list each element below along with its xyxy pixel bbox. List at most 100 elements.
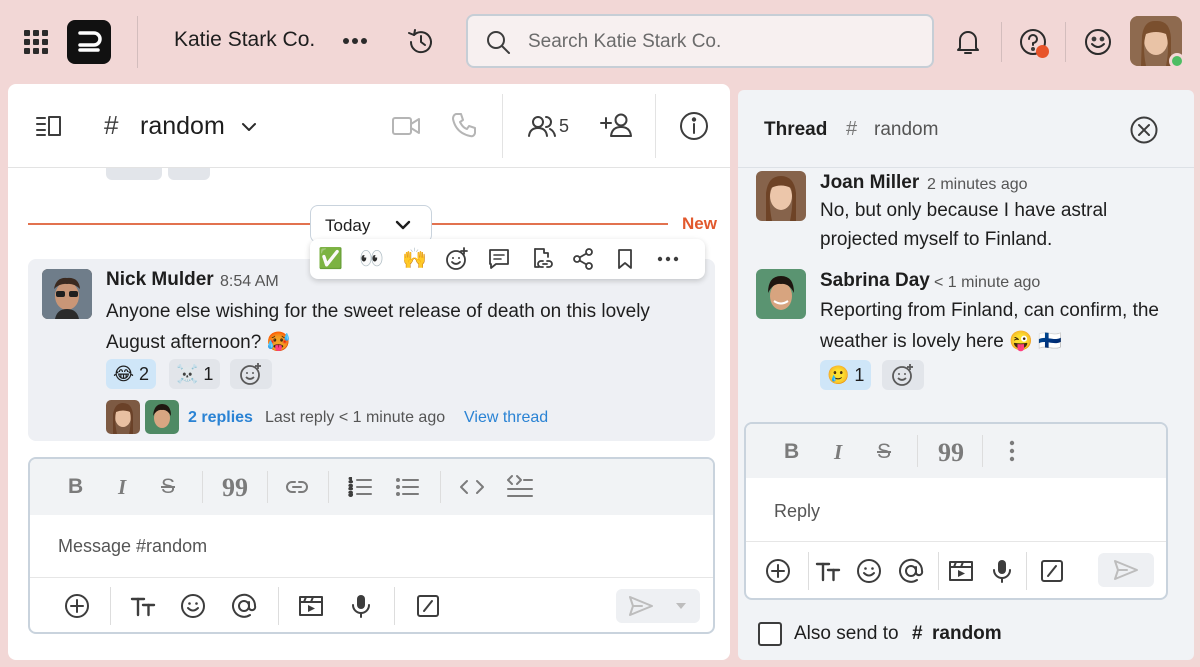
date-label: Today <box>325 216 371 235</box>
add-attachment-icon[interactable] <box>764 557 792 585</box>
channel-panel: # random 5 New Nick Mulder 8:54 AM Anyon… <box>8 84 730 660</box>
message-text: Reporting from Finland, can confirm, the… <box>820 300 1159 352</box>
emoji-icon[interactable] <box>179 592 207 620</box>
reply-in-thread-icon[interactable] <box>486 246 512 272</box>
bookmark-icon[interactable] <box>612 246 638 272</box>
reaction-chip[interactable]: 😂 2 <box>106 359 157 389</box>
message-author[interactable]: Nick Mulder <box>106 269 214 291</box>
strikethrough-icon[interactable]: S <box>161 475 175 499</box>
mention-icon[interactable] <box>230 592 258 620</box>
add-reaction-icon <box>240 363 261 385</box>
close-icon[interactable] <box>1128 114 1160 146</box>
add-reaction-button[interactable] <box>882 360 924 390</box>
message-item[interactable]: Nick Mulder 8:54 AM Anyone else wishing … <box>28 259 715 441</box>
numbered-list-icon[interactable]: 123 <box>347 475 373 499</box>
message-time[interactable]: 2 minutes ago <box>927 176 1028 194</box>
channel-name[interactable]: random <box>140 112 225 141</box>
author-avatar[interactable] <box>756 269 806 319</box>
reply-avatar <box>145 400 179 434</box>
add-attachment-icon[interactable] <box>63 592 91 620</box>
thread-panel: Thread # random Joan Miller 2 minutes ag… <box>738 90 1194 660</box>
member-count[interactable]: 5 <box>559 116 569 137</box>
more-formatting-icon[interactable] <box>1004 438 1020 464</box>
quick-reaction-button[interactable]: 🙌 <box>402 246 427 270</box>
members-icon[interactable] <box>526 112 558 140</box>
add-reaction-icon[interactable] <box>444 246 470 272</box>
mention-icon[interactable] <box>897 557 925 585</box>
add-reaction-button[interactable] <box>230 359 272 389</box>
strikethrough-icon[interactable]: S <box>877 440 891 464</box>
message-author[interactable]: Joan Miller <box>820 172 919 194</box>
text-format-icon[interactable] <box>129 592 157 620</box>
chevron-down-icon[interactable] <box>238 118 260 136</box>
microphone-icon[interactable] <box>348 592 374 620</box>
gif-video-icon[interactable] <box>947 557 975 585</box>
user-avatar[interactable] <box>1130 16 1185 69</box>
emoji-icon[interactable] <box>855 557 883 585</box>
italic-icon[interactable]: I <box>834 440 842 465</box>
history-icon[interactable] <box>405 26 437 58</box>
author-avatar[interactable] <box>42 269 92 319</box>
bold-icon[interactable]: B <box>784 440 799 464</box>
svg-text:2: 2 <box>349 485 353 491</box>
app-logo-icon[interactable] <box>67 20 111 64</box>
also-send-hash: # <box>912 623 923 644</box>
more-actions-icon[interactable] <box>655 246 681 272</box>
more-icon[interactable] <box>341 30 369 52</box>
reaction-chip[interactable]: 🥲 1 <box>820 360 872 390</box>
emoji-status-icon[interactable] <box>1082 26 1114 58</box>
bullet-list-icon[interactable] <box>394 475 420 499</box>
replies-link[interactable]: 2 replies <box>188 409 253 427</box>
bell-icon[interactable] <box>954 27 982 57</box>
add-member-icon[interactable] <box>598 110 634 140</box>
copy-link-icon[interactable] <box>528 246 554 272</box>
reaction-count: 1 <box>203 363 214 384</box>
italic-icon[interactable]: I <box>118 475 126 500</box>
text-format-icon[interactable] <box>814 557 842 585</box>
divider <box>655 94 656 158</box>
code-icon[interactable] <box>458 475 486 499</box>
view-thread-link[interactable]: View thread <box>464 409 548 427</box>
send-button[interactable] <box>1098 553 1154 587</box>
also-send-checkbox[interactable] <box>758 622 782 646</box>
phone-call-icon[interactable] <box>449 110 479 140</box>
author-avatar[interactable] <box>756 171 806 221</box>
team-name[interactable]: Katie Stark Co. <box>174 28 315 52</box>
add-reaction-button[interactable] <box>168 168 210 180</box>
video-call-icon[interactable] <box>390 112 422 140</box>
message-actions-toolbar: ✅ 👀 🙌 <box>310 239 705 279</box>
divider <box>982 435 983 467</box>
code-block-icon[interactable] <box>506 473 534 501</box>
date-jump-pill[interactable]: Today <box>310 205 432 243</box>
message-author[interactable]: Sabrina Day <box>820 270 930 292</box>
thread-channel-hash: # <box>846 118 858 140</box>
channel-hash: # <box>104 110 119 140</box>
channel-info-icon[interactable] <box>678 110 710 142</box>
quick-reaction-button[interactable]: ✅ <box>318 246 343 270</box>
gif-video-icon[interactable] <box>297 592 325 620</box>
toggle-sidebar-icon[interactable] <box>34 112 64 140</box>
reaction-chip[interactable]: ☠️ 1 <box>169 359 221 389</box>
message-time[interactable]: 8:54 AM <box>220 273 279 291</box>
quick-reaction-button[interactable]: 👀 <box>359 246 384 270</box>
divider <box>394 587 395 625</box>
link-icon[interactable] <box>284 475 310 499</box>
slash-command-icon[interactable] <box>1038 557 1066 585</box>
bold-icon[interactable]: B <box>68 475 83 499</box>
slash-command-icon[interactable] <box>414 592 442 620</box>
thread-channel-name[interactable]: random <box>874 119 938 141</box>
quote-icon[interactable]: 99 <box>938 438 964 468</box>
send-icon[interactable] <box>626 593 656 619</box>
reply-input[interactable]: Reply <box>774 501 820 522</box>
quote-icon[interactable]: 99 <box>222 473 248 503</box>
send-options-icon[interactable] <box>672 599 690 613</box>
also-send-option[interactable]: Also send to # random <box>758 620 1058 648</box>
share-icon[interactable] <box>570 246 596 272</box>
reaction-count: 1 <box>854 364 865 385</box>
app-grid-icon[interactable] <box>22 28 50 56</box>
reaction-chip[interactable] <box>106 168 162 180</box>
message-input[interactable]: Message #random <box>58 536 207 557</box>
message-time[interactable]: < 1 minute ago <box>934 274 1040 292</box>
microphone-icon[interactable] <box>989 557 1015 585</box>
search-bar[interactable]: Search Katie Stark Co. <box>466 14 934 68</box>
